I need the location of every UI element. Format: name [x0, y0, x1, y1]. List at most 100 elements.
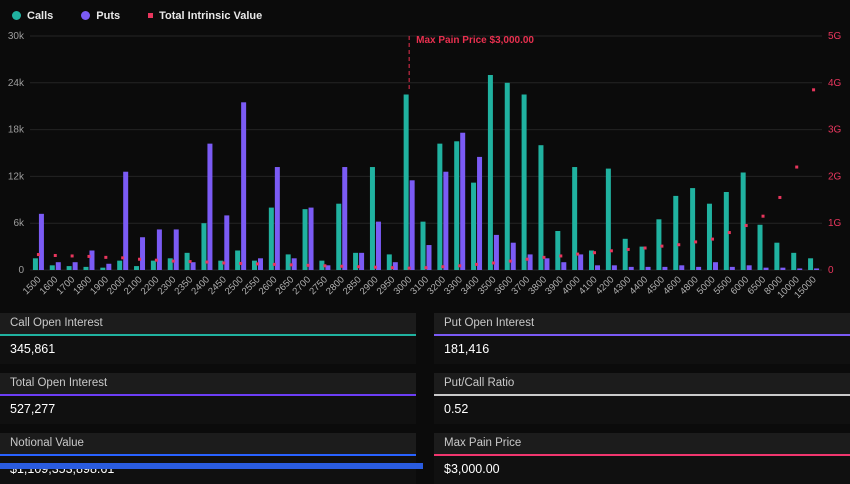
intrinsic-dot [610, 249, 613, 252]
intrinsic-dot [677, 243, 680, 246]
calls-swatch-icon [12, 11, 21, 20]
open-interest-chart[interactable]: 006k1G12k2G18k3G24k4G30k5G15001600170018… [0, 26, 850, 309]
intrinsic-dot [222, 261, 225, 264]
y-axis-tick-left: 0 [18, 265, 24, 276]
intrinsic-dot [745, 224, 748, 227]
call-bar [100, 268, 105, 270]
call-bar [606, 169, 611, 270]
intrinsic-dot [576, 253, 579, 256]
intrinsic-dot [711, 238, 714, 241]
stat-label: Put Open Interest [434, 313, 850, 336]
intrinsic-dot [323, 264, 326, 267]
call-bar [286, 254, 291, 270]
call-bar [555, 231, 560, 270]
y-axis-tick-left: 18k [8, 125, 25, 136]
call-bar [724, 192, 729, 270]
call-bar [235, 251, 240, 271]
legend-intrinsic-label: Total Intrinsic Value [159, 10, 262, 22]
intrinsic-dot [812, 88, 815, 91]
intrinsic-dot [256, 262, 259, 265]
put-bar [56, 262, 61, 270]
intrinsic-dot [239, 262, 242, 265]
stat-label: Call Open Interest [0, 313, 416, 336]
y-axis-tick-right: 5G [828, 31, 842, 42]
intrinsic-dot [87, 255, 90, 258]
call-bar [269, 208, 274, 270]
put-bar [191, 262, 196, 270]
put-bar [39, 214, 44, 270]
call-bar [370, 167, 375, 270]
intrinsic-dot [425, 266, 428, 269]
intrinsic-dot [728, 231, 731, 234]
legend-puts-label: Puts [96, 10, 120, 22]
call-bar [673, 196, 678, 270]
call-bar [690, 188, 695, 270]
call-bar [471, 183, 476, 270]
legend-item-calls[interactable]: Calls [12, 10, 53, 22]
intrinsic-dot [189, 260, 192, 263]
intrinsic-dot [54, 254, 57, 257]
legend-calls-label: Calls [27, 10, 53, 22]
call-bar [758, 225, 763, 270]
intrinsic-dot [458, 264, 461, 267]
intrinsic-dot [694, 240, 697, 243]
intrinsic-dot [542, 256, 545, 259]
intrinsic-dot [71, 254, 74, 257]
call-bar [791, 253, 796, 270]
put-bar [376, 222, 381, 270]
y-axis-tick-left: 24k [8, 78, 25, 89]
put-bar [713, 262, 718, 270]
intrinsic-dot [441, 265, 444, 268]
call-bar [134, 266, 139, 270]
y-axis-tick-left: 6k [13, 218, 25, 229]
stat-notional-value: Notional Value $1,109,353,898.61 [0, 433, 416, 484]
intrinsic-dot [795, 166, 798, 169]
stat-value: $1,109,353,898.61 [0, 456, 416, 484]
call-bar [522, 95, 527, 271]
call-bar [808, 258, 813, 270]
put-bar [528, 254, 533, 270]
intrinsic-dot [307, 264, 310, 267]
put-bar [797, 268, 802, 270]
call-bar [774, 243, 779, 270]
put-bar [174, 229, 179, 270]
intrinsic-swatch-icon [148, 13, 153, 18]
put-bar [443, 172, 448, 270]
stat-label: Total Open Interest [0, 373, 416, 396]
intrinsic-dot [559, 254, 562, 257]
legend-item-intrinsic[interactable]: Total Intrinsic Value [148, 10, 262, 22]
put-bar [494, 235, 499, 270]
put-bar [561, 262, 566, 270]
call-bar [707, 204, 712, 270]
put-bar [207, 144, 212, 270]
call-bar [67, 266, 72, 270]
stat-label: Put/Call Ratio [434, 373, 850, 396]
intrinsic-dot [138, 258, 141, 261]
intrinsic-dot [778, 196, 781, 199]
y-axis-tick-right: 4G [828, 78, 842, 89]
put-bar [342, 167, 347, 270]
bottom-accent-bar [0, 463, 423, 469]
intrinsic-dot [408, 267, 411, 270]
stat-value: $3,000.00 [434, 456, 850, 484]
intrinsic-dot [340, 265, 343, 268]
stats-panel: Call Open Interest 345,861 Put Open Inte… [0, 313, 850, 484]
stat-value: 527,277 [0, 396, 416, 424]
put-bar [595, 265, 600, 270]
puts-swatch-icon [81, 11, 90, 20]
put-bar [747, 265, 752, 270]
put-bar [814, 268, 819, 270]
legend-item-puts[interactable]: Puts [81, 10, 120, 22]
call-bar [538, 145, 543, 270]
put-bar [612, 265, 617, 270]
put-bar [477, 157, 482, 270]
put-bar [578, 254, 583, 270]
call-bar [117, 261, 122, 270]
y-axis-tick-right: 0 [828, 265, 834, 276]
call-bar [454, 141, 459, 270]
put-bar [157, 229, 162, 270]
call-bar [336, 204, 341, 270]
intrinsic-dot [172, 260, 175, 263]
put-bar [679, 265, 684, 270]
put-bar [730, 267, 735, 270]
